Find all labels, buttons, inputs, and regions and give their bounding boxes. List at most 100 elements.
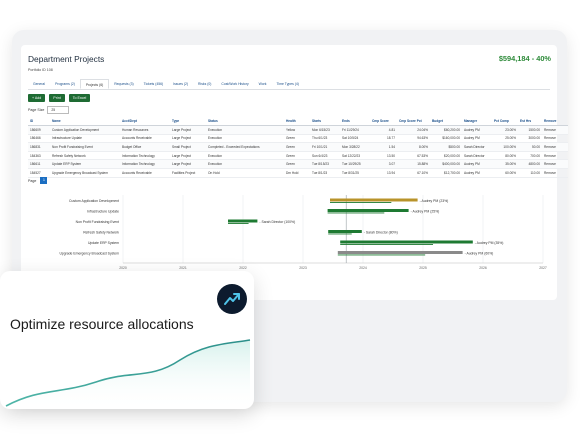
column-header[interactable]: Type [170, 117, 206, 126]
column-header[interactable]: Ends [340, 117, 370, 126]
remove-link[interactable]: Remove [542, 168, 568, 178]
table-cell[interactable]: Sarah Director [462, 151, 492, 161]
table-cell: 50.00 [518, 142, 542, 152]
project-name-link[interactable]: Custom Application Development [50, 125, 120, 135]
page-size-select[interactable]: 25 [47, 106, 70, 114]
table-cell[interactable]: Audrey PM [462, 159, 492, 169]
x-tick-label: 2025 [419, 266, 427, 270]
table-cell: 67.10% [397, 168, 430, 178]
tab-0[interactable]: General [28, 79, 50, 89]
table-cell: $160,000.00 [430, 134, 462, 144]
x-tick-label: 2027 [539, 266, 547, 270]
table-cell: Fri 11/29/24 [340, 125, 370, 135]
task-bar [340, 240, 473, 244]
column-header[interactable]: ID [28, 117, 50, 126]
table-cell: $500.00 [430, 142, 462, 152]
table-row: 186609 Custom Application Development Huma… [28, 125, 568, 135]
table-header-row: ID Name Acct/Dept Type Status Health Starts End… [28, 117, 568, 126]
x-tick-label: 2020 [119, 266, 127, 270]
task-owner-label: - Sarah Director (100%) [259, 220, 295, 224]
table-cell[interactable]: Audrey PM [462, 168, 492, 178]
table-cell: Yellow [284, 125, 310, 135]
task-bar [337, 251, 463, 254]
table-cell[interactable]: Audrey PM [462, 134, 492, 144]
growth-wave-graphic [5, 339, 251, 410]
task-bar [330, 198, 418, 202]
table-cell: Execution [206, 134, 284, 144]
table-cell: 3000.00 [518, 134, 542, 144]
card-headline: Optimize resource allocations [10, 316, 194, 332]
task-label: Upgrade Emergency Broadcast System [59, 252, 119, 256]
table-cell: Execution [206, 151, 284, 161]
table-cell: 700.00 [518, 151, 542, 161]
column-header[interactable]: Acct/Dept [120, 117, 170, 126]
tab-7[interactable]: Cost/Work History [216, 79, 253, 89]
task-bar [328, 230, 362, 233]
projects-panel: Department Projects $594,184 - 40% Portf… [21, 45, 568, 300]
remove-link[interactable]: Remove [542, 134, 568, 144]
table-cell: 110.00 [518, 168, 542, 178]
table-cell: 4.81 [370, 125, 397, 135]
tab-5[interactable]: Issues (2) [168, 79, 193, 89]
column-header[interactable]: Manager [462, 117, 492, 126]
table-row: 184363 Refresh Safety Network Information … [28, 151, 568, 161]
table-cell: Green [284, 159, 310, 169]
table-cell: 4800.00 [518, 159, 542, 169]
table-cell: 35.00% [492, 159, 518, 169]
table-row: 184527 Upgrade Emergency Broadcast System… [28, 168, 568, 178]
table-cell[interactable]: Sarah Director [462, 142, 492, 152]
column-header[interactable]: Health [284, 117, 310, 126]
table-cell: Mon 3/28/22 [340, 142, 370, 152]
remove-link[interactable]: Remove [542, 159, 568, 169]
project-name-link[interactable]: Upgrade Emergency Broadcast System [50, 168, 120, 178]
table-cell: Sat 10/5/24 [340, 134, 370, 144]
table-cell: Thu 6/1/23 [310, 134, 340, 144]
column-header[interactable]: Pct Comp [492, 117, 518, 126]
tab-6[interactable]: Risks (0) [193, 79, 216, 89]
excel-export-button[interactable]: To Excel [68, 94, 91, 102]
tab-9[interactable]: Time Types (4) [272, 79, 304, 89]
project-name-link[interactable]: Infrastructure Update [50, 134, 120, 144]
task-progress [330, 202, 392, 203]
table-cell: Tue 10/29/25 [340, 159, 370, 169]
task-progress [228, 223, 249, 224]
column-header[interactable]: Cmp Score [370, 117, 397, 126]
page-1-button[interactable]: 1 [40, 177, 48, 184]
page-title: Department Projects [28, 54, 105, 64]
toolbar: + Add Print To Excel [28, 94, 91, 102]
tab-8[interactable]: Work [254, 79, 272, 89]
task-owner-label: - Sarah Director (80%) [364, 231, 398, 235]
remove-link[interactable]: Remove [542, 142, 568, 152]
column-header[interactable]: Budget [430, 117, 462, 126]
remove-link[interactable]: Remove [542, 151, 568, 161]
column-header[interactable]: Cmp Score Pct [397, 117, 430, 126]
table-row: 186611 Update ERP System Information Techn… [28, 159, 568, 169]
column-header[interactable]: Est Hrs [518, 117, 542, 126]
project-name-link[interactable]: Update ERP System [50, 159, 120, 169]
task-owner-label: - Audrey PM (23%) [420, 199, 449, 203]
project-name-link[interactable]: Refresh Safety Network [50, 151, 120, 161]
remove-link[interactable]: Remove [542, 125, 568, 135]
tab-3[interactable]: Requests (3) [109, 79, 138, 89]
add-button[interactable]: + Add [28, 94, 46, 102]
table-cell: 18.77 [370, 134, 397, 144]
tab-bar: General Programs (2) Projects (6) Requests … [28, 79, 550, 90]
table-cell: Execution [206, 125, 284, 135]
column-header[interactable]: Starts [310, 117, 340, 126]
tab-4[interactable]: Tickets (456) [139, 79, 168, 89]
table-cell: 184363 [28, 151, 50, 161]
tab-1[interactable]: Programs (2) [50, 79, 80, 89]
table-cell: Facilities Project [170, 168, 206, 178]
tab-2[interactable]: Projects (6) [79, 79, 110, 89]
table-cell: 13.50 [370, 151, 397, 161]
table-cell: Execution [206, 159, 284, 169]
table-cell[interactable]: Audrey PM [462, 125, 492, 135]
project-name-link[interactable]: Non Profit Fundraising Event [50, 142, 120, 152]
column-header[interactable]: Name [50, 117, 120, 126]
column-header[interactable]: Remove [542, 117, 568, 126]
column-header[interactable]: Status [206, 117, 284, 126]
table-cell: 184527 [28, 168, 50, 178]
task-label: Custom Application Development [69, 199, 119, 203]
print-button[interactable]: Print [49, 94, 65, 102]
task-progress [340, 244, 434, 245]
